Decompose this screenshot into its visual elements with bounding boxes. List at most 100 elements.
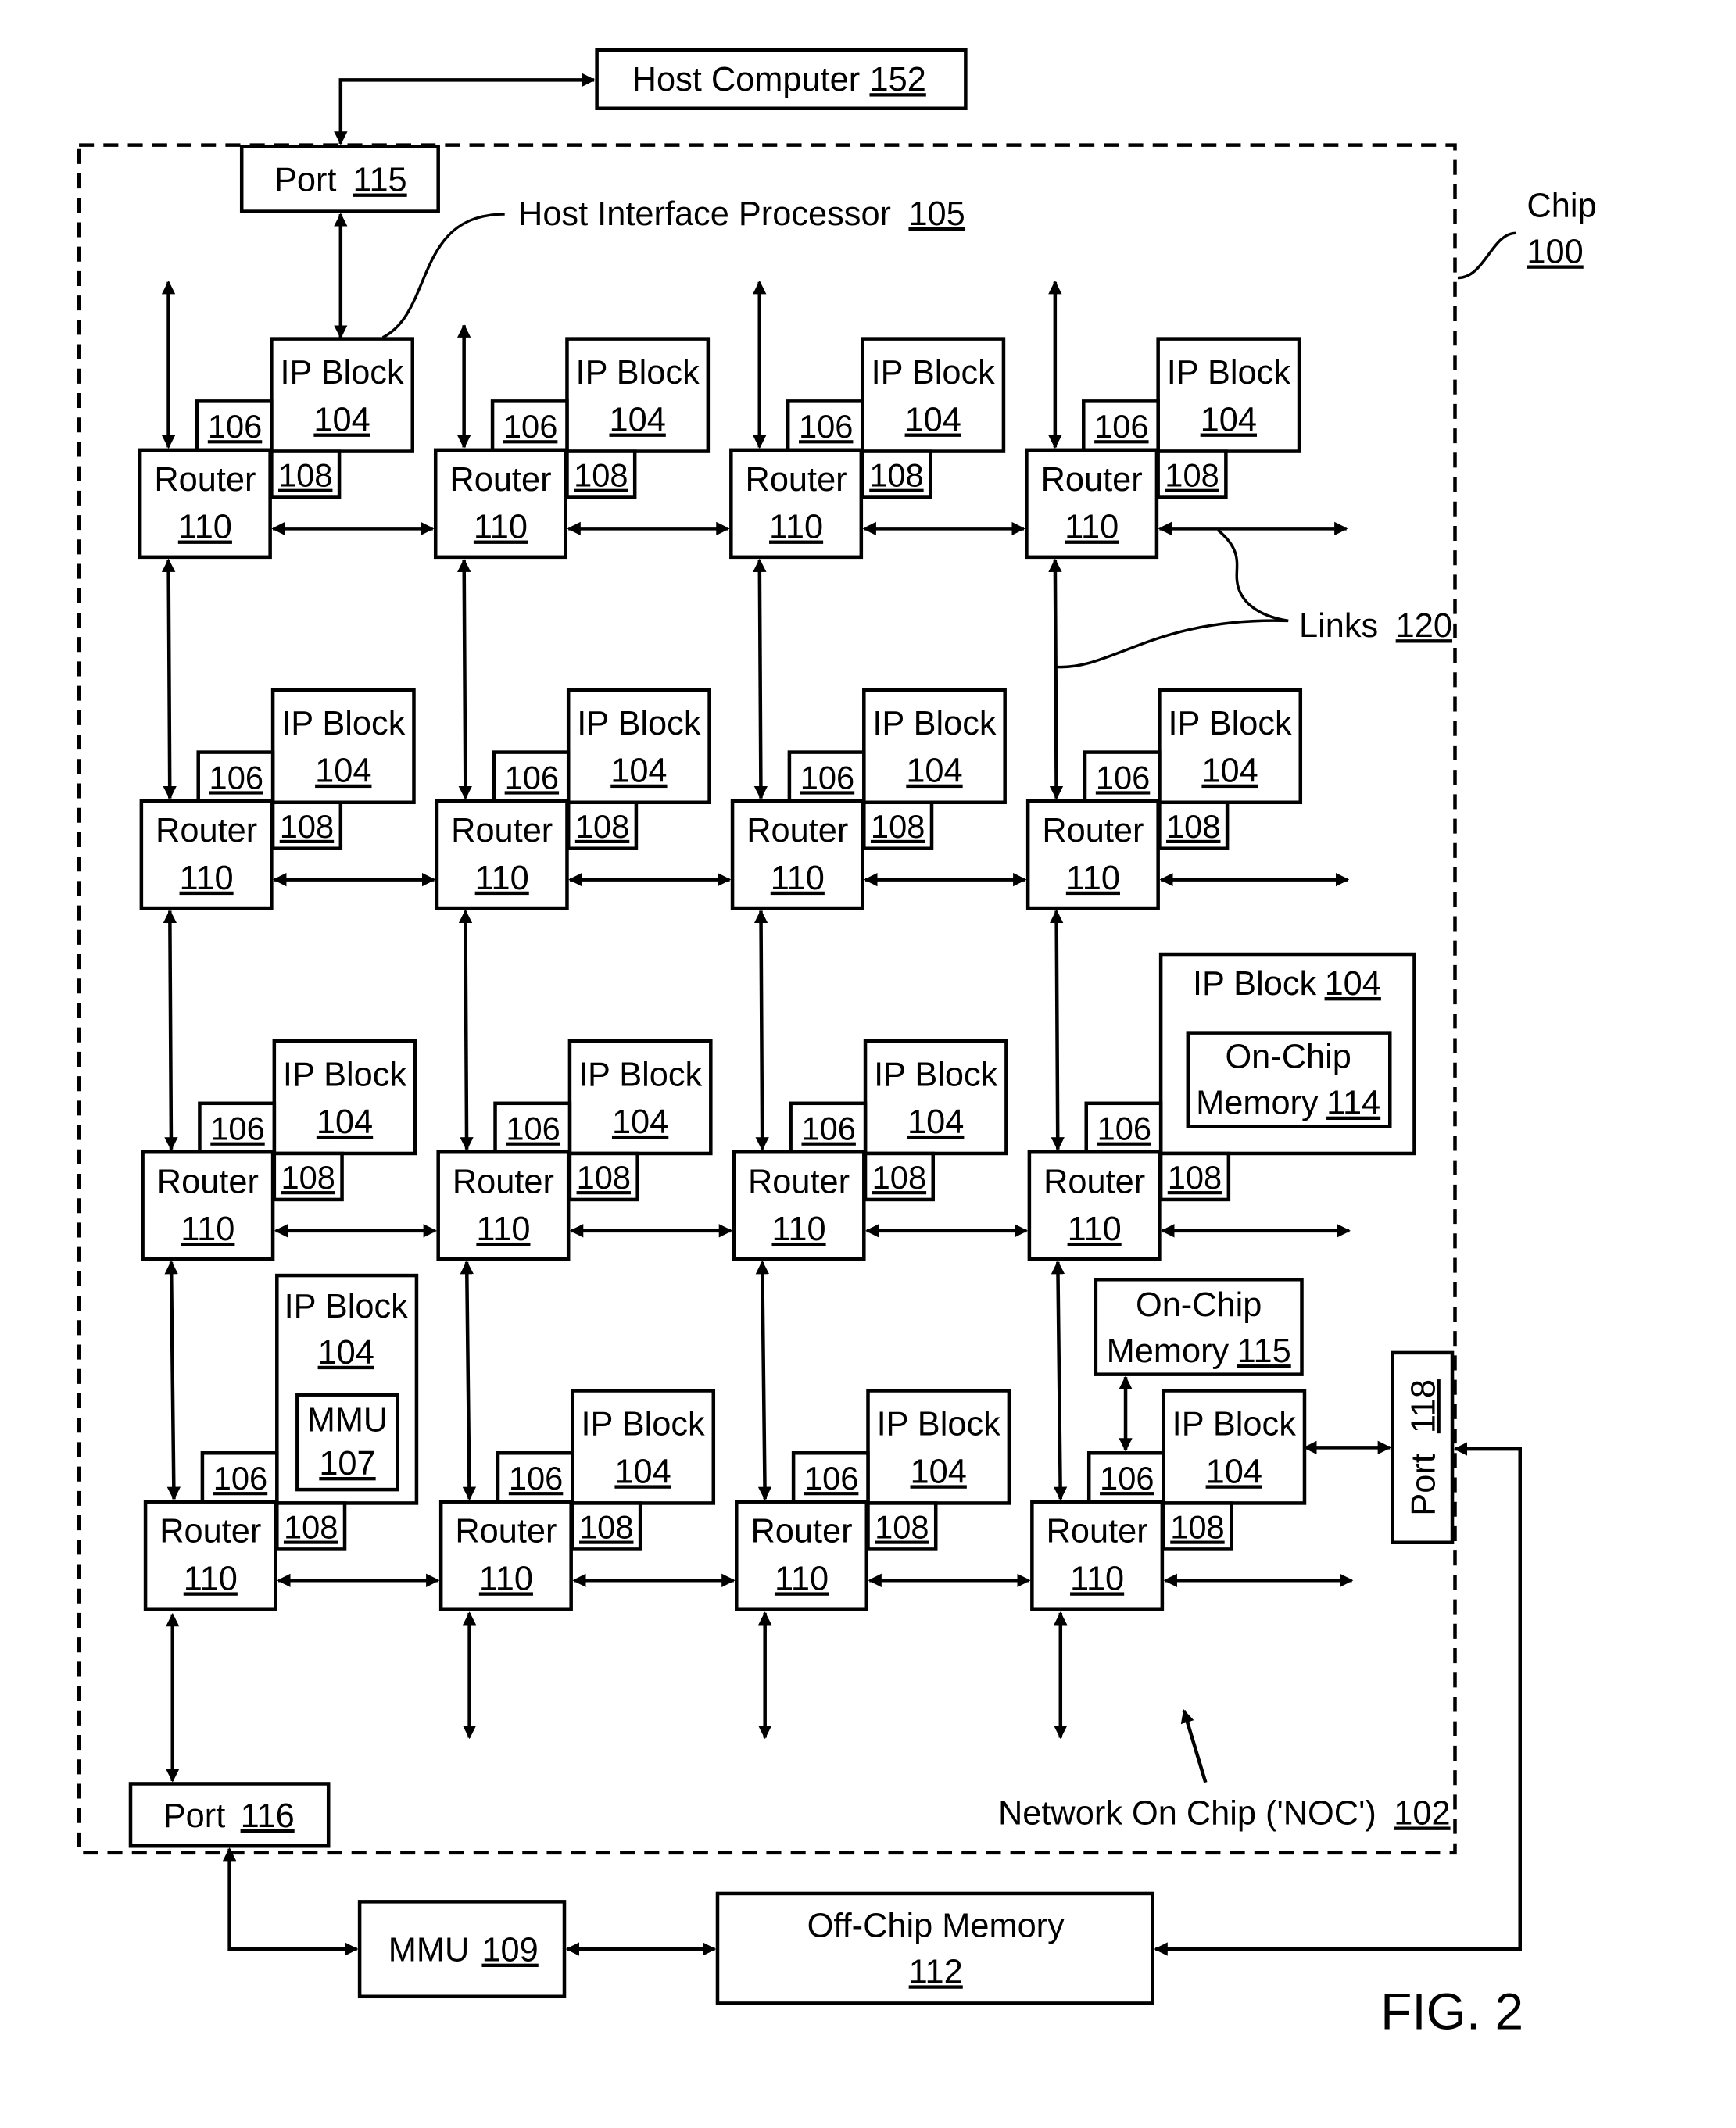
- ip-block-label: IP Block: [874, 1056, 998, 1093]
- ip-block-104: IP Block 104: [861, 337, 1006, 453]
- ref-108: 108: [1166, 808, 1220, 845]
- ip-block-label: IP Block: [281, 705, 406, 742]
- host-computer-ref: 152: [869, 61, 925, 98]
- router-110: Router 110: [730, 799, 864, 910]
- ref-108: 108: [871, 808, 925, 845]
- ref-108: 108: [577, 1159, 631, 1196]
- ip-block-ref: 104: [610, 753, 667, 790]
- off-chip-memory-112: Off-Chip Memory 112: [715, 1891, 1154, 2005]
- link-vertical: [753, 558, 768, 800]
- router-110: Router 110: [735, 1500, 869, 1611]
- memory-comm-controller-106: 106: [492, 750, 571, 803]
- router-ref: 110: [1070, 1560, 1124, 1597]
- ref-108: 108: [574, 457, 628, 494]
- memory-comm-controller-106: 106: [786, 399, 864, 452]
- ip-block-104: IP Block 104: [1162, 1389, 1307, 1505]
- router-label: Router: [154, 461, 256, 499]
- network-iface-controller-108: 108: [270, 449, 342, 499]
- router-ref: 110: [475, 860, 529, 897]
- ref-106: 106: [505, 759, 559, 796]
- ip-block-label: IP Block: [576, 354, 700, 392]
- noc-node: IP Block 104 106 Router 110 108: [139, 688, 416, 910]
- router-110: Router 110: [729, 448, 864, 560]
- port-115: Port 115: [239, 145, 440, 213]
- ip-block-104: IP Block 104: [1156, 337, 1301, 453]
- ref-106: 106: [1100, 1460, 1154, 1497]
- network-iface-controller-108: 108: [566, 800, 639, 850]
- memory-comm-controller-106: 106: [1083, 750, 1162, 803]
- ip-block-104: IP Block 104: [866, 1389, 1011, 1505]
- link-vertical: [1049, 909, 1065, 1151]
- ip-block-with-mmu-107: IP Block 104 MMU 107: [275, 1273, 419, 1505]
- noc-node: IP Block 104 106 Router 110 108: [438, 1389, 716, 1611]
- ip-block-label: IP Block: [280, 354, 404, 392]
- memory-comm-controller-106: 106: [789, 1101, 868, 1154]
- ref-108: 108: [872, 1159, 926, 1196]
- off-chip-memory-label: Off-Chip Memory: [807, 1907, 1065, 1944]
- ip-block-ref: 104: [609, 402, 665, 439]
- mmu-107-label: MMU: [307, 1402, 388, 1440]
- noc-label: Network On Chip ('NOC') 102: [998, 1794, 1451, 1832]
- ip-block-104: IP Block 104: [270, 337, 414, 453]
- router-ref: 110: [178, 509, 232, 546]
- ref-106: 106: [1097, 1110, 1151, 1147]
- link-vertical: [161, 558, 177, 800]
- ref-106: 106: [804, 1460, 858, 1497]
- memory-comm-controller-106: 106: [1082, 399, 1160, 452]
- router-ref: 110: [1065, 509, 1119, 546]
- router-110: Router 110: [1027, 1150, 1162, 1261]
- ref-108: 108: [869, 457, 923, 494]
- ref-108: 108: [1170, 1509, 1224, 1546]
- noc-node: IP Block 104 106 Router 110 108: [1025, 688, 1303, 910]
- ref-106: 106: [208, 408, 262, 445]
- network-iface-controller-108: 108: [1162, 1501, 1233, 1551]
- network-iface-controller-108: 108: [270, 800, 343, 850]
- router-label: Router: [453, 1163, 554, 1200]
- network-iface-controller-108: 108: [861, 449, 932, 499]
- router-ref: 110: [180, 860, 234, 897]
- host-interface-processor-callout: Host Interface Processor 105: [381, 195, 965, 339]
- router-110: Router 110: [139, 799, 274, 910]
- router-110: Router 110: [438, 1500, 573, 1611]
- router-110: Router 110: [732, 1150, 866, 1261]
- links-leader-1: [1216, 528, 1289, 623]
- ip-block-104: IP Block 104: [566, 688, 711, 805]
- ip-block-ref: 104: [906, 753, 962, 790]
- router-label: Router: [750, 1513, 852, 1550]
- memory-comm-controller-106: 106: [1086, 1451, 1165, 1504]
- port-116-label: Port: [163, 1797, 226, 1835]
- on-chip-memory-114-line1: On-Chip: [1225, 1039, 1351, 1076]
- memory-comm-controller-106: 106: [200, 1451, 279, 1504]
- ip-block-label: IP Block: [872, 705, 997, 742]
- ref-106: 106: [801, 1110, 855, 1147]
- router-label: Router: [1047, 1513, 1148, 1550]
- router-label: Router: [746, 461, 847, 499]
- ref-108: 108: [875, 1509, 929, 1546]
- ref-106: 106: [509, 1460, 563, 1497]
- ref-108: 108: [280, 808, 334, 845]
- noc-node: IP Block 104 106 Router 110 108: [138, 337, 414, 560]
- router-ref: 110: [479, 1560, 533, 1597]
- links-label: Links 120: [1299, 607, 1452, 645]
- chip-leader-line: [1457, 231, 1516, 280]
- ip-block-ref: 104: [612, 1103, 668, 1141]
- on-chip-memory-115-line2: Memory 115: [1107, 1332, 1291, 1370]
- router-110: Router 110: [143, 1500, 277, 1611]
- router-ref: 110: [184, 1560, 238, 1597]
- on-chip-memory-115-line1: On-Chip: [1136, 1286, 1262, 1324]
- router-110: Router 110: [1025, 799, 1160, 910]
- memory-comm-controller-106: 106: [791, 1451, 870, 1504]
- port-115-label: Port: [274, 162, 337, 199]
- link-vertical: [1051, 1260, 1068, 1500]
- network-iface-controller-108: 108: [571, 1501, 642, 1551]
- ip-block-ref: 104: [315, 753, 371, 790]
- link-vertical: [163, 909, 178, 1151]
- memory-comm-controller-106: 106: [195, 399, 274, 452]
- router-ref: 110: [775, 1560, 829, 1597]
- ip-block-ref: 104: [317, 1103, 373, 1141]
- ref-106: 106: [1096, 759, 1150, 796]
- router-110: Router 110: [141, 1150, 275, 1261]
- ip-block-104: IP Block 104: [862, 688, 1007, 805]
- ref-108: 108: [281, 1159, 335, 1196]
- noc-node: IP Block 104 106 Router 110 108: [141, 1039, 417, 1261]
